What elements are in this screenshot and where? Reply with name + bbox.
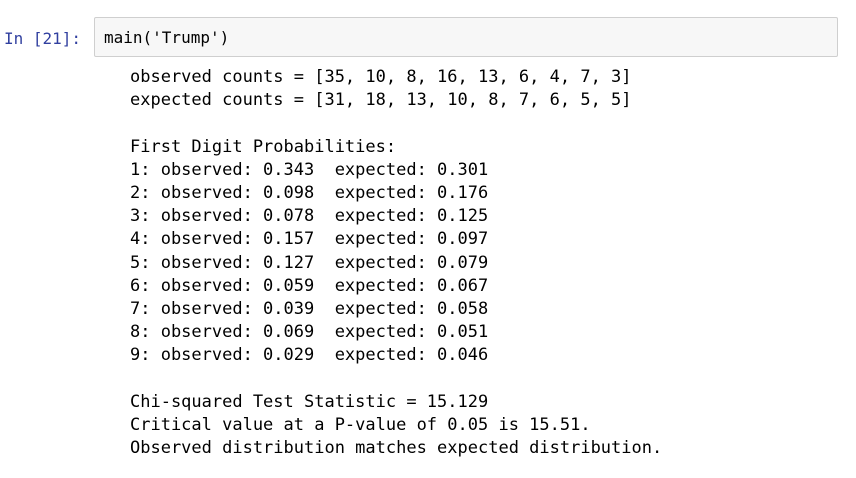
probability-line-5: 5: observed: 0.127 expected: 0.079 xyxy=(130,252,489,273)
expected-counts-line: expected counts = [31, 18, 13, 10, 8, 7,… xyxy=(130,90,632,111)
critical-value-line: Critical value at a P-value of 0.05 is 1… xyxy=(130,414,591,435)
probability-line-9: 9: observed: 0.029 expected: 0.046 xyxy=(130,345,489,366)
probability-line-6: 6: observed: 0.059 expected: 0.067 xyxy=(130,275,489,296)
input-prompt: In [21]: xyxy=(4,29,82,48)
probabilities-header: First Digit Probabilities: xyxy=(130,136,397,157)
code-input-text[interactable]: main('Trump') xyxy=(104,28,229,48)
probability-line-7: 7: observed: 0.039 expected: 0.058 xyxy=(130,298,489,319)
probability-line-4: 4: observed: 0.157 expected: 0.097 xyxy=(130,229,489,250)
probability-line-3: 3: observed: 0.078 expected: 0.125 xyxy=(130,206,489,227)
observed-counts-line: observed counts = [35, 10, 8, 16, 13, 6,… xyxy=(130,67,632,87)
chi-squared-line: Chi-squared Test Statistic = 15.129 xyxy=(130,391,489,412)
probability-line-1: 1: observed: 0.343 expected: 0.301 xyxy=(130,159,489,180)
probability-line-2: 2: observed: 0.098 expected: 0.176 xyxy=(130,182,489,203)
notebook-code-cell: In [21]: main('Trump') observed counts =… xyxy=(0,0,856,478)
conclusion-line: Observed distribution matches expected d… xyxy=(130,438,663,458)
cell-output-area: observed counts = [35, 10, 8, 16, 13, 6,… xyxy=(130,66,840,466)
probability-line-8: 8: observed: 0.069 expected: 0.051 xyxy=(130,322,489,343)
code-input-area[interactable]: main('Trump') xyxy=(94,17,838,57)
